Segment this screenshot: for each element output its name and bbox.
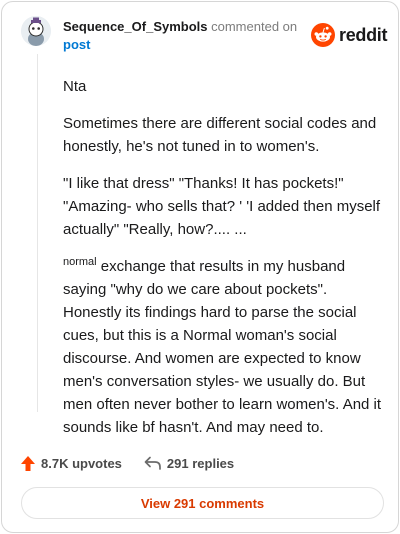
comment-body: Nta Sometimes there are different social… [63, 75, 389, 453]
superscript-text: normal [63, 256, 97, 268]
comment-paragraph: Sometimes there are different social cod… [63, 115, 377, 155]
upvote-count: 8.7K upvotes [41, 455, 122, 471]
reply-count: 291 replies [166, 455, 235, 471]
action-text: commented on [211, 19, 298, 34]
post-link[interactable]: post [63, 37, 90, 52]
upvote-arrow-icon [21, 455, 35, 471]
reply-arrow-icon [144, 456, 161, 470]
reddit-logo[interactable]: reddit [311, 23, 388, 47]
comment-paragraph-text: exchange that results in my husband sayi… [63, 258, 382, 436]
comment-card: Sequence_Of_Symbols commented on post re… [1, 1, 399, 533]
view-comments-button[interactable]: View 291 comments [21, 487, 384, 519]
brand-wordmark: reddit [339, 24, 388, 45]
comment-paragraph: "I like that dress" "Thanks! It has pock… [63, 175, 381, 238]
reddit-alien-icon [311, 23, 335, 47]
comment-paragraph: normal exchange that results in my husba… [63, 255, 389, 439]
upvote-button[interactable]: 8.7K upvotes [20, 455, 122, 472]
replies-button[interactable]: 291 replies [144, 456, 234, 471]
comment-stats: 8.7K upvotes 291 replies [20, 453, 234, 473]
thread-line[interactable] [37, 54, 38, 412]
username-link[interactable]: Sequence_Of_Symbols [63, 19, 208, 34]
comment-header: Sequence_Of_Symbols commented on post [63, 18, 297, 54]
comment-paragraph: Nta [63, 78, 87, 95]
user-avatar[interactable] [21, 16, 51, 46]
